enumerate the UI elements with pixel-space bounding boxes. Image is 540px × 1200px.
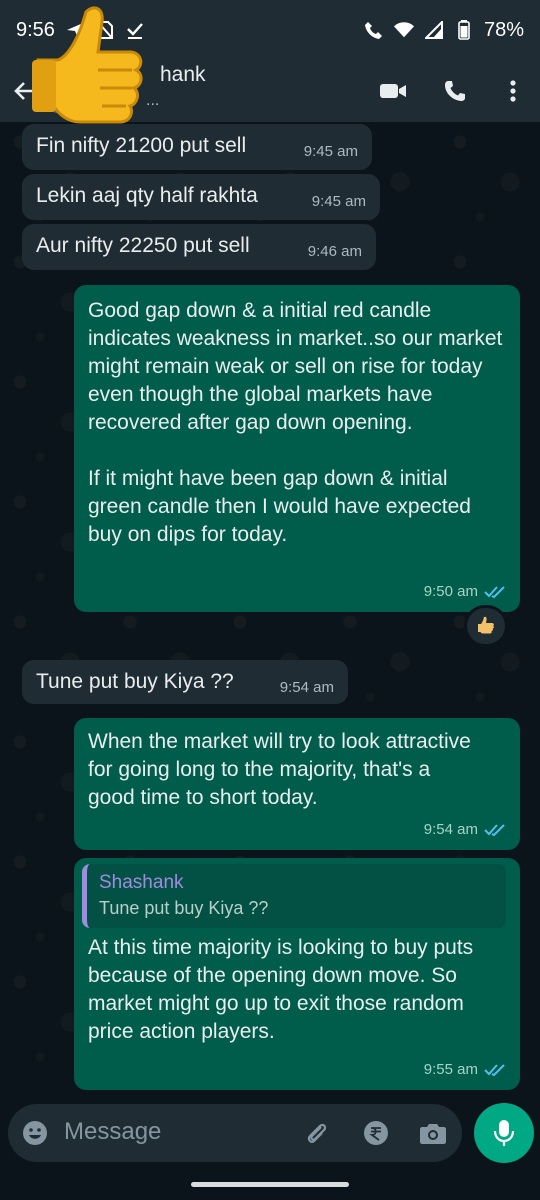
microphone-icon bbox=[493, 1119, 515, 1147]
video-call-icon[interactable] bbox=[378, 76, 408, 106]
message-text: Tune put buy Kiya ?? bbox=[36, 670, 234, 693]
camera-icon[interactable] bbox=[418, 1118, 448, 1148]
voice-call-icon[interactable] bbox=[440, 76, 470, 106]
read-ticks-icon bbox=[484, 585, 506, 599]
message-input[interactable]: Message bbox=[64, 1118, 161, 1146]
message-text: Good gap down & a initial red candle ind… bbox=[88, 299, 503, 434]
quote-author: Shashank bbox=[99, 872, 184, 893]
more-options-icon[interactable] bbox=[498, 76, 528, 106]
read-ticks-icon bbox=[484, 823, 506, 837]
message-text: Aur nifty 22250 put sell bbox=[36, 234, 250, 257]
wifi-calling-icon bbox=[364, 20, 384, 40]
rupee-payment-icon[interactable] bbox=[361, 1118, 391, 1148]
thumbs-up-sticker-icon bbox=[32, 6, 143, 124]
signal-icon bbox=[424, 20, 444, 40]
message-text: When the market will try to look attract… bbox=[88, 730, 471, 809]
message-time: 9:54 am bbox=[279, 679, 334, 696]
message-time: 9:55 am bbox=[423, 1061, 478, 1078]
home-gesture-handle[interactable] bbox=[191, 1182, 349, 1187]
emoji-icon[interactable] bbox=[20, 1118, 50, 1148]
message-outgoing[interactable]: Good gap down & a initial red candle ind… bbox=[74, 285, 520, 612]
system-nav-bar bbox=[0, 1170, 540, 1200]
quoted-message[interactable]: Shashank Tune put buy Kiya ?? bbox=[82, 864, 506, 928]
message-incoming[interactable]: Tune put buy Kiya ?? 9:54 am bbox=[22, 660, 348, 704]
quote-text: Tune put buy Kiya ?? bbox=[99, 898, 269, 918]
attach-icon[interactable] bbox=[302, 1118, 332, 1148]
message-text: At this time majority is looking to buy … bbox=[88, 936, 474, 1043]
message-outgoing[interactable]: Shashank Tune put buy Kiya ?? At this ti… bbox=[74, 858, 520, 1090]
message-time: 9:50 am bbox=[423, 583, 478, 600]
reaction-thumbs-up-icon[interactable] bbox=[467, 608, 505, 644]
battery-percent: 78% bbox=[483, 18, 524, 41]
message-time: 9:54 am bbox=[423, 821, 478, 838]
battery-icon bbox=[454, 20, 474, 40]
message-incoming[interactable]: Aur nifty 22250 put sell 9:46 am bbox=[22, 224, 376, 270]
message-time: 9:45 am bbox=[303, 143, 358, 160]
message-input-bar[interactable]: Message bbox=[8, 1104, 462, 1162]
message-time: 9:46 am bbox=[307, 243, 362, 260]
message-text: If it might have been gap down & initial… bbox=[88, 467, 471, 546]
message-outgoing[interactable]: When the market will try to look attract… bbox=[74, 718, 520, 850]
wifi-icon bbox=[393, 20, 414, 40]
message-time: 9:45 am bbox=[311, 193, 366, 210]
contact-name[interactable]: hank bbox=[160, 63, 206, 87]
read-ticks-icon bbox=[484, 1063, 506, 1077]
message-incoming[interactable]: Lekin aaj qty half rakhta 9:45 am bbox=[22, 174, 380, 220]
message-text: Lekin aaj qty half rakhta bbox=[36, 184, 258, 207]
microphone-button[interactable] bbox=[474, 1103, 534, 1163]
